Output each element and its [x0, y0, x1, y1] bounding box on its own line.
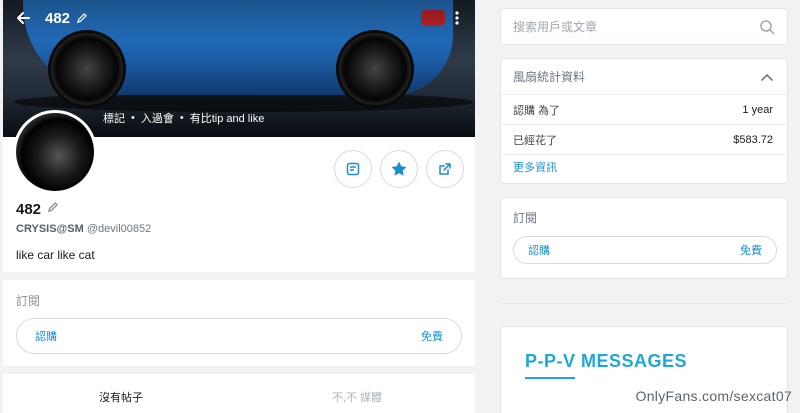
cover-stat: 入過會: [140, 113, 174, 125]
fan-stats-title: 風扇統計資料: [513, 70, 586, 84]
fan-stats-card: 風扇統計資料 認購 為了 1 year 已經花了 $583.72 更多資訊: [500, 58, 788, 184]
sidebar-subscribe-label: 認購: [528, 245, 550, 257]
sidebar-subscribe-price: 免費: [740, 245, 762, 257]
sidebar: 風扇統計資料 認購 為了 1 year 已經花了 $583.72 更多資訊 訂閱…: [498, 0, 790, 413]
separator-dot: •: [131, 112, 135, 124]
more-options-button[interactable]: [449, 8, 465, 28]
tab-media[interactable]: 不,不 媒體: [239, 380, 475, 413]
ppv-underline: [525, 377, 575, 379]
profile-bio: like car like cat: [16, 248, 95, 262]
profile-column: 482 標記 • 入過會 • 有比tip and like 482 CRYSIS…: [3, 0, 475, 413]
star-icon: [391, 161, 407, 176]
section-divider: [3, 272, 475, 280]
avatar[interactable]: [13, 110, 97, 194]
watermark: OnlyFans.com/sexcat07: [635, 388, 792, 404]
top-bar: 482: [3, 0, 475, 36]
cover-stat: 標記: [103, 113, 125, 125]
message-icon: [346, 162, 360, 176]
subscribe-label: 認購: [35, 331, 57, 343]
search-box: [500, 8, 788, 45]
share-icon: [439, 163, 451, 175]
ppv-title: P-P-V MESSAGES: [525, 351, 688, 371]
pencil-icon: [76, 12, 87, 23]
cover-stats: 標記 • 入過會 • 有比tip and like: [103, 110, 264, 126]
username: @devil00852: [86, 223, 152, 235]
subscribe-price: 免費: [421, 331, 443, 343]
page-title: 482: [45, 9, 71, 27]
back-button[interactable]: [3, 0, 43, 36]
stat-value: $583.72: [733, 133, 773, 146]
stat-value: 1 year: [742, 103, 773, 116]
pencil-icon: [47, 202, 58, 213]
profile-actions: [334, 150, 464, 188]
stat-label: 已經花了: [513, 134, 557, 147]
search-input[interactable]: [513, 19, 759, 34]
chevron-up-icon[interactable]: [761, 73, 773, 81]
profile-name-row: 482: [16, 200, 58, 218]
tab-posts[interactable]: 沒有帖子: [3, 380, 239, 413]
subscription-title: 訂閱: [16, 294, 41, 308]
message-button[interactable]: [334, 150, 372, 188]
separator-dot: •: [179, 112, 184, 124]
vertical-dots-icon: [455, 11, 459, 25]
cover-stat: 有比tip and like: [189, 113, 265, 125]
subscribe-button[interactable]: 認購 免費: [16, 318, 462, 354]
fan-stats-header[interactable]: 風扇統計資料: [501, 59, 787, 95]
stat-label: 認購 為了: [513, 104, 561, 117]
favorite-button[interactable]: [380, 150, 418, 188]
sidebar-subscription-title: 訂閱: [513, 211, 538, 225]
section-divider: [3, 366, 475, 374]
stat-row: 已經花了 $583.72: [501, 125, 787, 155]
more-info-link[interactable]: 更多資訊: [501, 155, 787, 179]
sidebar-subscription-card: 訂閱 認購 免費: [500, 197, 788, 279]
sidebar-divider: [500, 303, 788, 304]
avatar-image: [16, 113, 94, 191]
profile-name: 482: [16, 200, 42, 218]
edit-name-button[interactable]: [76, 12, 87, 24]
stat-row: 認購 為了 1 year: [501, 95, 787, 125]
edit-profile-name-button[interactable]: [47, 200, 58, 218]
search-icon[interactable]: [759, 19, 775, 35]
share-button[interactable]: [426, 150, 464, 188]
arrow-left-icon: [17, 12, 30, 24]
display-name: CRYSIS@SM: [16, 223, 84, 235]
content-tabs: 沒有帖子 不,不 媒體: [3, 380, 475, 413]
profile-handle-row: CRYSIS@SM @devil00852: [16, 223, 151, 235]
sidebar-subscribe-button[interactable]: 認購 免費: [513, 236, 777, 264]
